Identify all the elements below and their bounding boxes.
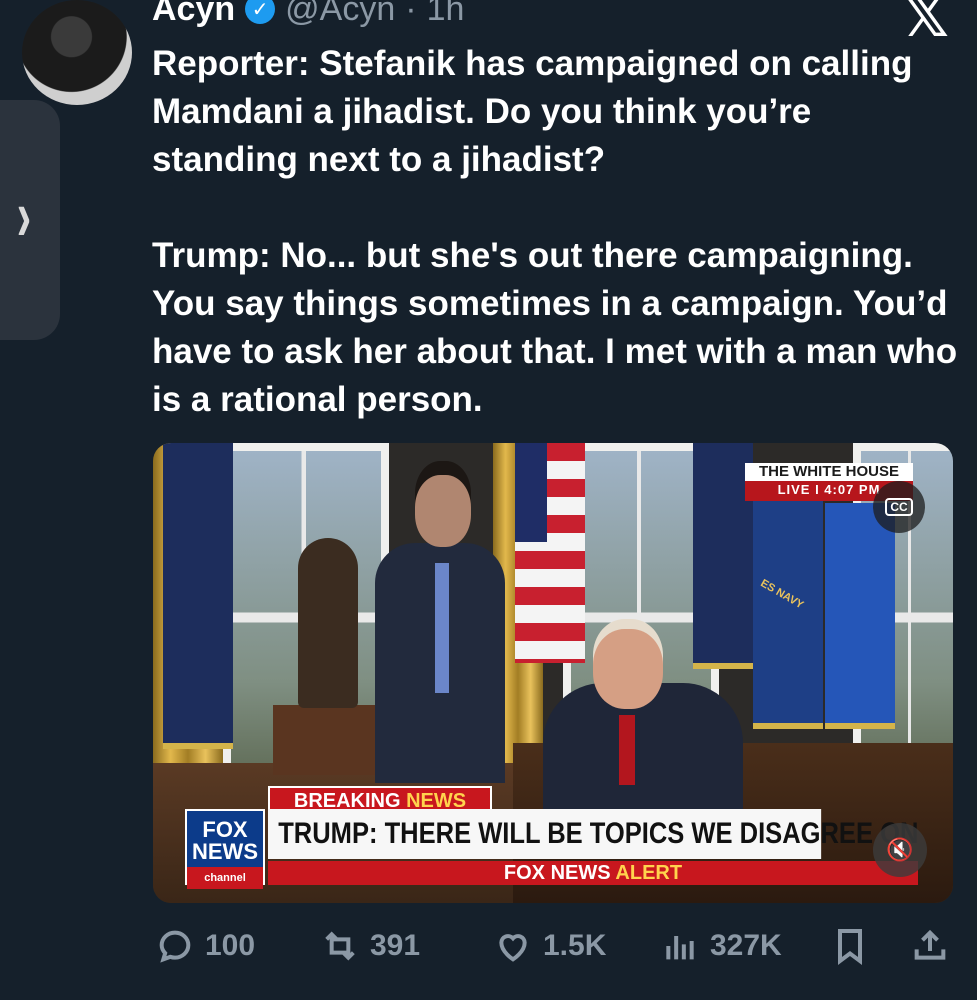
navy-flag: ES NAVY — [753, 483, 823, 729]
flag-text: ES NAVY — [758, 577, 806, 612]
author-handle[interactable]: @Acyn — [285, 0, 395, 29]
repost-button[interactable]: 391 — [320, 918, 420, 974]
statue-pedestal — [273, 705, 383, 775]
timestamp[interactable]: 1h — [427, 0, 465, 29]
us-flag — [515, 443, 585, 663]
bookmark-icon — [838, 929, 862, 965]
bookmark-button[interactable] — [830, 918, 870, 974]
like-count: 1.5K — [543, 929, 607, 962]
standing-man-tie — [435, 563, 449, 693]
reply-icon — [159, 930, 191, 963]
seated-man-tie — [619, 715, 635, 785]
avatar[interactable] — [22, 0, 132, 105]
views-button[interactable]: 327K — [660, 918, 782, 974]
author-name[interactable]: Acyn — [152, 0, 235, 29]
reply-count: 100 — [205, 929, 256, 962]
cc-label: CC — [885, 498, 913, 516]
repost-icon — [325, 931, 355, 961]
tweet-text: Reporter: Stefanik has campaigned on cal… — [152, 44, 958, 419]
share-button[interactable] — [910, 918, 950, 974]
logo-channel: channel — [187, 867, 263, 889]
reply-button[interactable]: 100 — [155, 918, 255, 974]
verified-badge-icon: ✓ — [245, 0, 276, 24]
navy-flag-left — [693, 443, 753, 669]
blue-flag — [825, 503, 895, 729]
separator-dot: · — [405, 0, 417, 28]
statue — [298, 538, 358, 708]
like-button[interactable]: 1.5K — [493, 918, 606, 974]
alert-suffix: ALERT — [615, 862, 683, 884]
views-icon — [666, 936, 694, 960]
fox-news-alert-bar: FOX NEWS ALERT — [268, 861, 918, 885]
chevron-right-icon[interactable]: › — [17, 180, 31, 252]
share-icon — [914, 929, 946, 960]
location-label: THE WHITE HOUSE — [745, 463, 913, 481]
repost-count: 391 — [370, 929, 421, 962]
closed-captions-button[interactable]: CC — [873, 481, 925, 533]
video-player[interactable]: ES NAVY THE WHITE HOUSE LIVE I 4:07 PM C… — [153, 443, 953, 903]
alert-prefix: FOX NEWS — [503, 862, 611, 884]
tweet-header: Acyn ✓ @Acyn · 1h — [152, 0, 464, 34]
tweet-actions: 100 391 1.5K 327K — [155, 918, 955, 974]
chyron-headline: TRUMP: THERE WILL BE TOPICS WE DISAGREE … — [268, 809, 918, 859]
standing-man-head — [415, 475, 471, 547]
seated-man-head — [593, 629, 663, 709]
presidential-flag — [163, 443, 233, 749]
views-count: 327K — [710, 929, 782, 962]
fox-news-logo: FOX NEWS channel — [185, 809, 265, 889]
logo-bottom: NEWS — [192, 839, 258, 864]
heart-icon — [499, 934, 527, 962]
muted-speaker-icon[interactable]: 🔇 — [873, 823, 927, 877]
